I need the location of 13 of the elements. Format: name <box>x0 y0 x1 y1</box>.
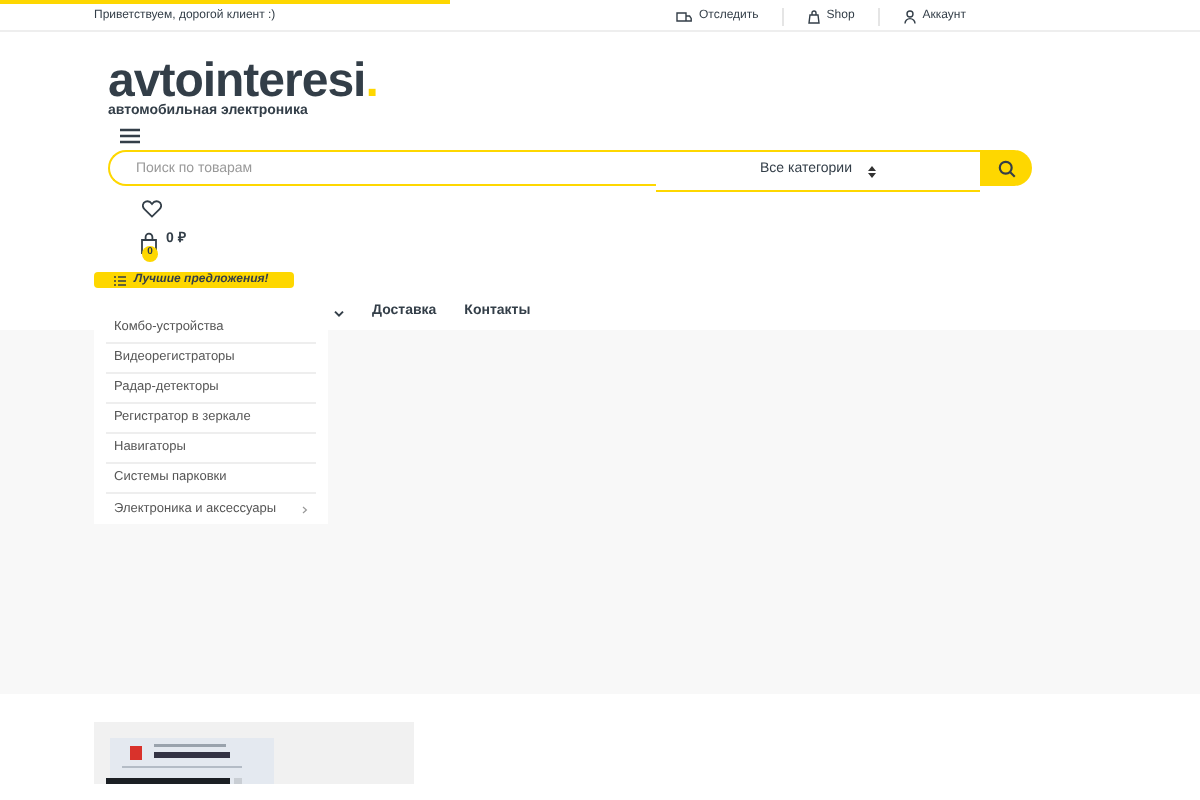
chevron-down-icon[interactable] <box>334 309 344 317</box>
logo-dot: . <box>365 60 378 104</box>
truck-icon <box>676 11 693 23</box>
logo-text[interactable]: avtointeresi <box>108 60 366 104</box>
search-icon <box>997 159 1015 177</box>
heart-icon[interactable] <box>142 200 162 218</box>
shopping-bag-icon[interactable] <box>140 232 158 254</box>
list-icon <box>114 275 126 285</box>
user-icon <box>904 10 917 24</box>
search-button[interactable] <box>980 150 1032 186</box>
menu-icon[interactable] <box>120 128 140 144</box>
shopping-bag-icon <box>808 10 821 24</box>
sort-arrows-icon <box>868 165 876 177</box>
